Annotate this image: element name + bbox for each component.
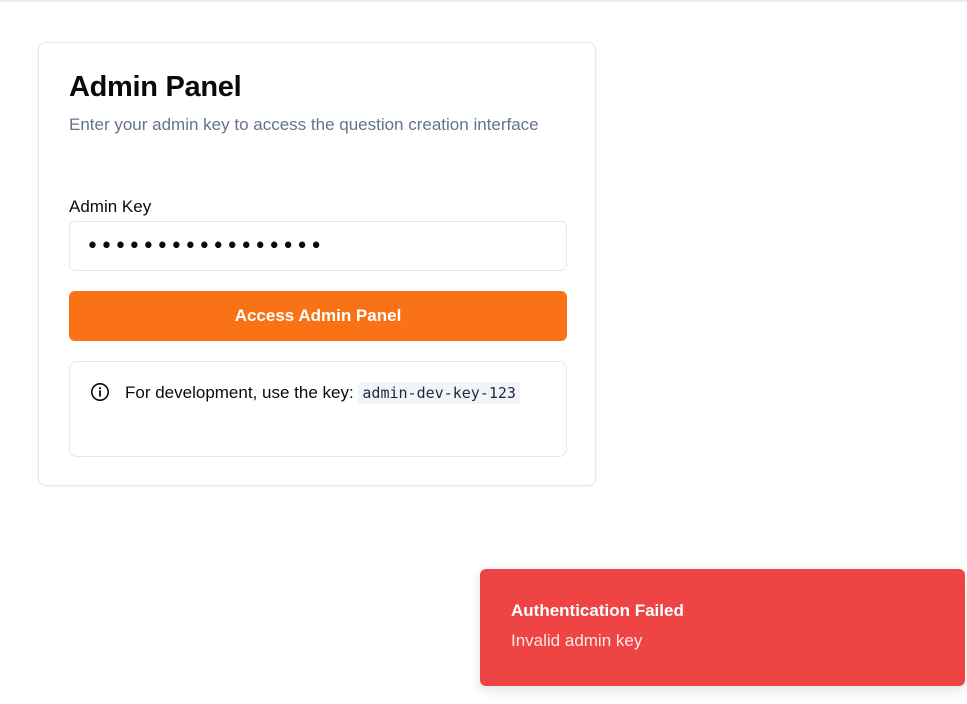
- dev-key-hint: For development, use the key: admin-dev-…: [69, 361, 567, 457]
- admin-login-card: Admin Panel Enter your admin key to acce…: [38, 42, 596, 486]
- dev-key-hint-text: For development, use the key: admin-dev-…: [125, 379, 545, 407]
- dev-key-code: admin-dev-key-123: [358, 382, 520, 404]
- error-toast[interactable]: Authentication Failed Invalid admin key: [480, 569, 965, 686]
- dev-key-hint-label: For development, use the key:: [125, 383, 359, 402]
- page-title: Admin Panel: [69, 71, 242, 103]
- top-divider: [0, 0, 967, 2]
- info-icon: [91, 383, 109, 401]
- admin-key-input[interactable]: [69, 221, 567, 271]
- toast-description: Invalid admin key: [511, 631, 643, 650]
- admin-key-label: Admin Key: [69, 197, 152, 216]
- page-description: Enter your admin key to access the quest…: [69, 115, 539, 134]
- access-admin-panel-button[interactable]: Access Admin Panel: [69, 291, 567, 341]
- toast-title: Authentication Failed: [511, 601, 684, 620]
